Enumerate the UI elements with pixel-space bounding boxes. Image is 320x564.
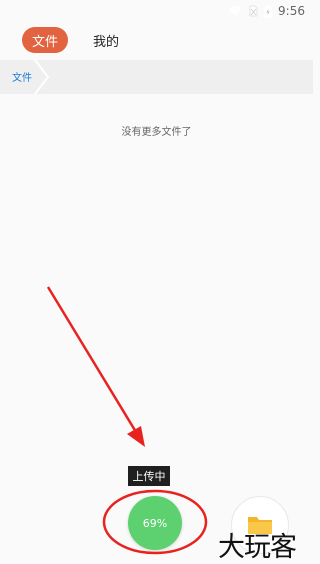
watermark: 大玩客	[218, 532, 297, 563]
annotation-circle	[102, 489, 208, 555]
